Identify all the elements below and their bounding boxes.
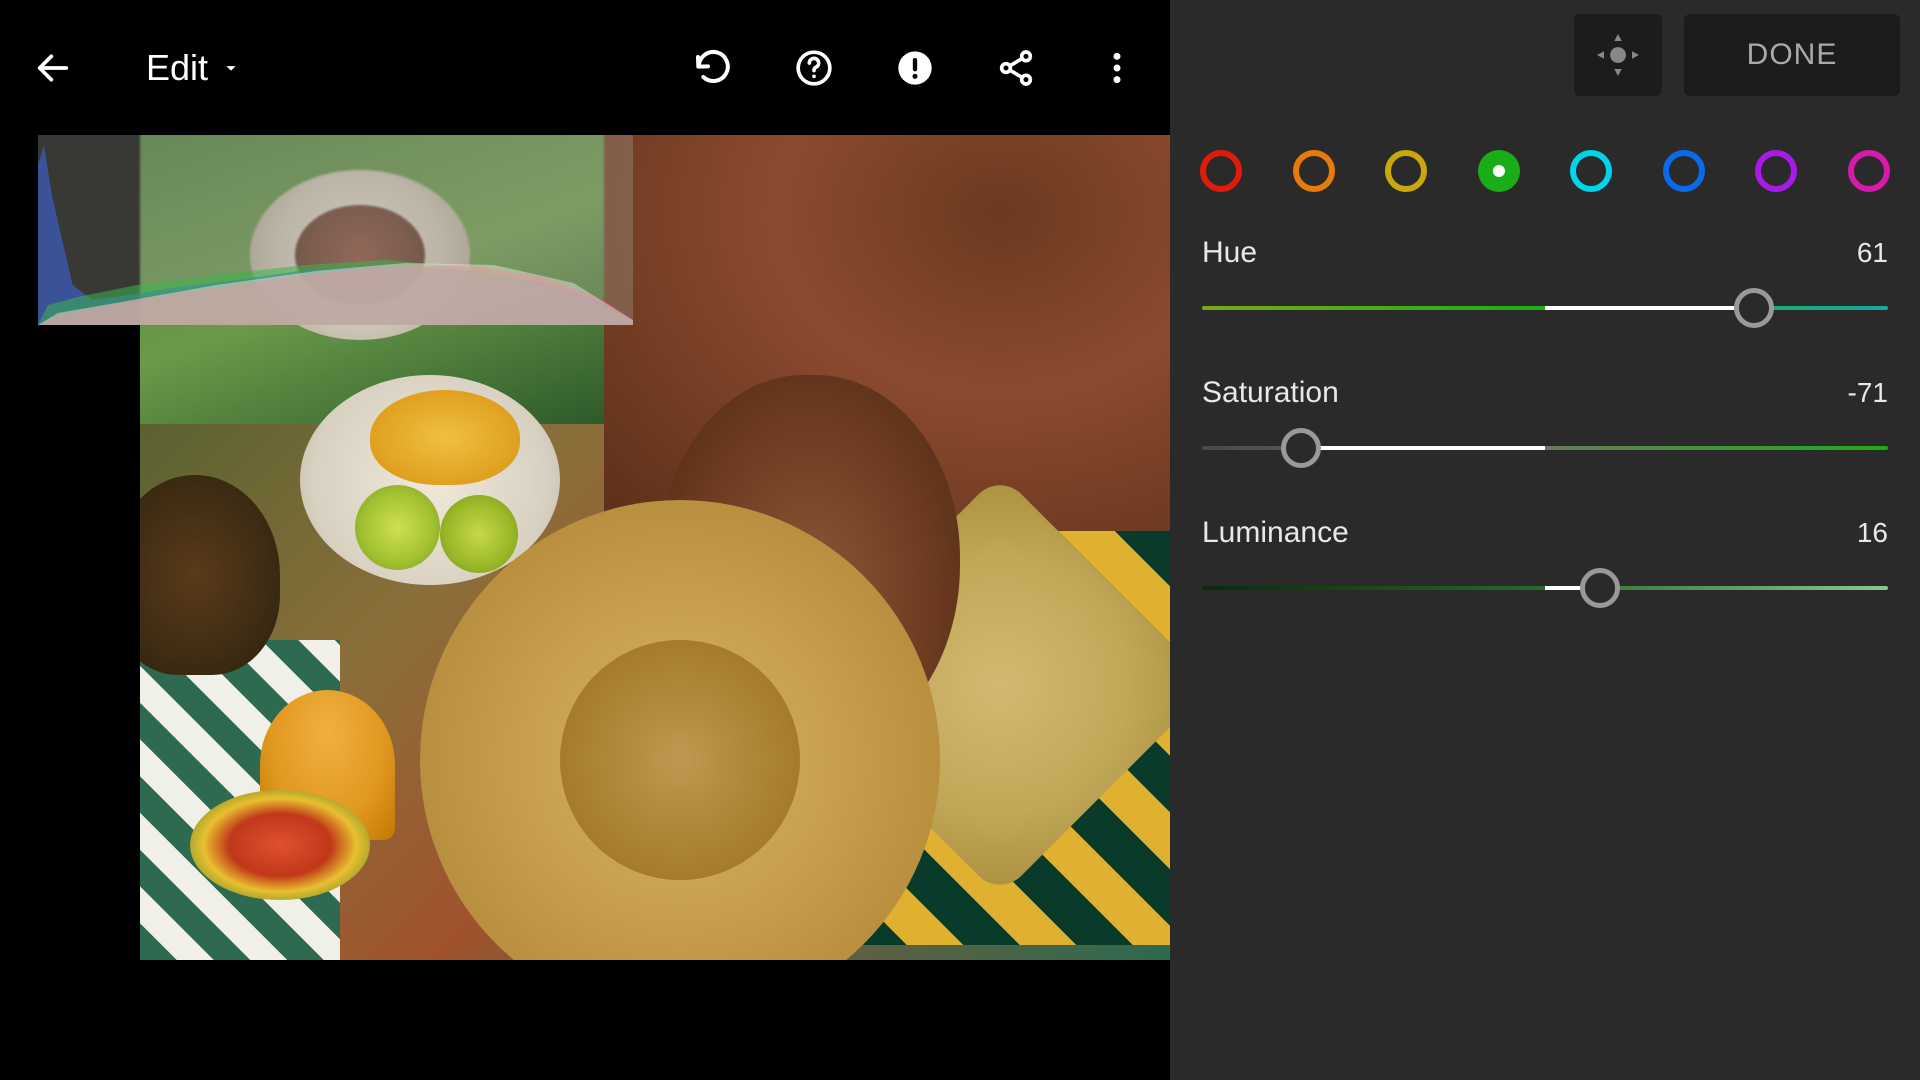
color-swatch-row [1170, 110, 1920, 236]
color-swatch-blue[interactable] [1663, 150, 1705, 192]
more-menu-button[interactable] [1094, 45, 1140, 91]
targeted-adjustment-button[interactable] [1574, 14, 1662, 96]
saturation-label: Saturation [1202, 376, 1339, 410]
luminance-label: Luminance [1202, 516, 1349, 550]
color-swatch-red[interactable] [1200, 150, 1242, 192]
color-swatch-yellow[interactable] [1385, 150, 1427, 192]
color-swatch-aqua[interactable] [1570, 150, 1612, 192]
edit-mode-label: Edit [146, 47, 208, 89]
edit-mode-dropdown[interactable]: Edit [146, 47, 242, 89]
chevron-down-icon [220, 57, 242, 79]
luminance-thumb[interactable] [1580, 568, 1620, 608]
color-swatch-orange[interactable] [1293, 150, 1335, 192]
luminance-slider[interactable]: Luminance 16 [1202, 516, 1888, 600]
luminance-value: 16 [1857, 517, 1888, 549]
color-swatch-purple[interactable] [1755, 150, 1797, 192]
hue-slider[interactable]: Hue 61 [1202, 236, 1888, 320]
warning-button[interactable] [892, 45, 938, 91]
done-button[interactable]: DONE [1684, 14, 1900, 96]
saturation-value: -71 [1848, 377, 1888, 409]
hue-value: 61 [1857, 237, 1888, 269]
hue-label: Hue [1202, 236, 1257, 270]
back-button[interactable] [30, 45, 76, 91]
help-button[interactable] [791, 45, 837, 91]
share-button[interactable] [993, 45, 1039, 91]
color-swatch-green[interactable] [1478, 150, 1520, 192]
saturation-slider[interactable]: Saturation -71 [1202, 376, 1888, 460]
histogram-overlay[interactable] [38, 135, 633, 325]
saturation-thumb[interactable] [1281, 428, 1321, 468]
hue-thumb[interactable] [1734, 288, 1774, 328]
color-swatch-magenta[interactable] [1848, 150, 1890, 192]
undo-button[interactable] [690, 45, 736, 91]
